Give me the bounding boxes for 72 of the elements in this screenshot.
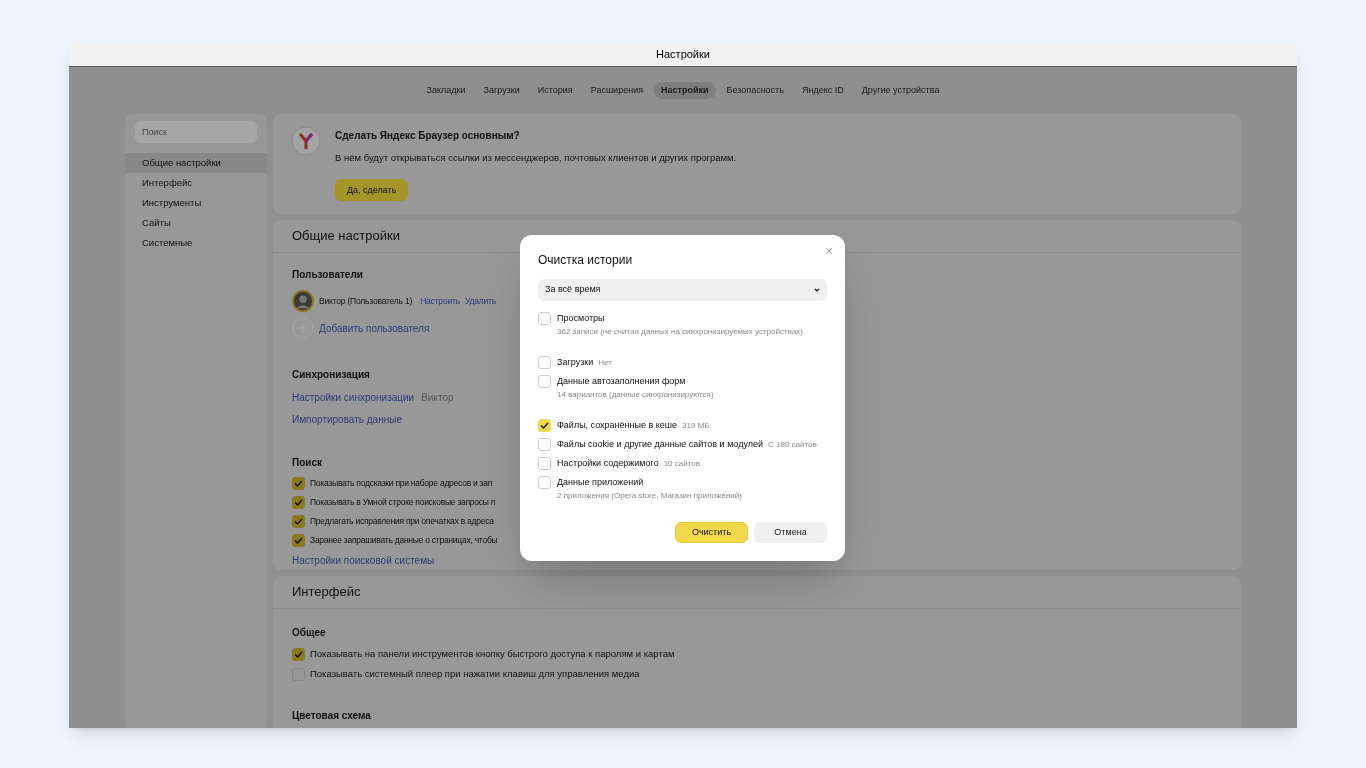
cancel-button[interactable]: Отмена bbox=[754, 522, 827, 543]
sidebar-item[interactable]: Инструменты bbox=[125, 193, 267, 213]
option-detail: 2 приложения (Opera store, Магазин приложений) bbox=[557, 490, 742, 502]
close-icon[interactable] bbox=[825, 247, 833, 255]
sync-settings-link[interactable]: Настройки синхронизации bbox=[292, 390, 415, 405]
promo-title: Сделать Яндекс Браузер основным? bbox=[335, 129, 520, 143]
section-title: Общие настройки bbox=[292, 227, 400, 246]
option-label: Показывать подсказки при наборе адресов и зап bbox=[310, 477, 493, 490]
dialog-title: Очистка истории bbox=[538, 252, 633, 269]
tab[interactable]: Яндекс ID bbox=[794, 82, 851, 99]
checkbox[interactable] bbox=[292, 496, 305, 509]
checkbox[interactable] bbox=[292, 534, 305, 547]
option-label: Настройки содержимого bbox=[557, 457, 659, 470]
make-default-button[interactable]: Да, сделать bbox=[335, 179, 409, 202]
tab[interactable]: Закладки bbox=[419, 82, 473, 99]
group-heading: Пользователи bbox=[292, 268, 363, 282]
sidebar-item[interactable]: Системные bbox=[125, 233, 267, 253]
group-heading: Общее bbox=[292, 626, 326, 640]
tab[interactable]: Безопасность bbox=[719, 82, 791, 99]
account-name: Виктор bbox=[421, 391, 454, 405]
option-label: Данные приложений bbox=[557, 476, 644, 489]
checkbox[interactable] bbox=[538, 356, 551, 369]
checkbox[interactable] bbox=[538, 438, 551, 451]
option-note: 10 сайтов bbox=[663, 458, 700, 470]
tab[interactable]: Загрузки bbox=[476, 82, 527, 99]
add-user-link[interactable]: Добавить пользователя bbox=[319, 320, 430, 336]
section-title: Интерфейс bbox=[292, 583, 361, 602]
sidebar-item[interactable]: Сайты bbox=[125, 213, 267, 233]
option-label: Файлы cookie и другие данные сайтов и модулей bbox=[557, 438, 763, 451]
group-heading: Цветовая схема bbox=[292, 708, 371, 723]
checkbox[interactable] bbox=[292, 477, 305, 490]
user-name: Виктор (Пользователь 1) bbox=[319, 294, 413, 308]
option-label: Заранее запрашивать данные о страницах, чтобы bbox=[310, 534, 498, 547]
avatar-icon bbox=[292, 290, 314, 312]
tab[interactable]: Настройки bbox=[654, 82, 716, 99]
import-data-link[interactable]: Импортировать данные bbox=[292, 412, 402, 427]
option-detail: 14 вариантов (данные синхронизируются) bbox=[557, 389, 714, 401]
search-field[interactable]: Поиск bbox=[135, 121, 257, 143]
group-heading: Синхронизация bbox=[292, 368, 370, 382]
tab[interactable]: Другие устройства bbox=[854, 82, 947, 99]
option-note: С 180 сайтов bbox=[768, 439, 817, 451]
group-heading: Поиск bbox=[292, 456, 322, 470]
option-detail: 362 записи (не считая данных на синхронизируемых устройствах) bbox=[557, 326, 803, 338]
clear-button[interactable]: Очистить bbox=[675, 522, 748, 543]
option-label: Показывать в Умной строке поисковые запросы п bbox=[310, 496, 496, 509]
option-label: Загрузки bbox=[557, 356, 594, 369]
option-label: Просмотры bbox=[557, 312, 605, 325]
search-engine-settings-link[interactable]: Настройки поисковой системы bbox=[292, 553, 435, 568]
promo-text: В нём будут открываться ссылки из мессенджеров, почтовых клиентов и других программ. bbox=[335, 151, 737, 165]
window-title: Настройки bbox=[656, 46, 710, 62]
option-label: Показывать системный плеер при нажатии клавиш для управления медиа bbox=[310, 667, 640, 682]
checkbox[interactable] bbox=[292, 515, 305, 528]
checkbox[interactable] bbox=[538, 457, 551, 470]
option-note: Нет bbox=[598, 357, 612, 369]
option-label: Файлы, сохранённые в кеше bbox=[557, 419, 678, 432]
option-note: 319 МБ bbox=[682, 420, 710, 432]
period-dropdown[interactable]: За всё время bbox=[538, 279, 827, 301]
chevron-down-icon bbox=[814, 288, 820, 292]
sidebar-item[interactable]: Интерфейс bbox=[125, 173, 267, 193]
checkbox[interactable] bbox=[538, 375, 551, 388]
checkbox[interactable] bbox=[538, 476, 551, 489]
user-action-link[interactable]: Настроить bbox=[420, 294, 460, 308]
option-label: Показывать на панели инструментов кнопку быстрого доступа к паролям и картам bbox=[310, 647, 675, 661]
checkbox[interactable] bbox=[538, 312, 551, 325]
browser-logo-icon bbox=[291, 126, 321, 156]
option-label: Данные автозаполнения форм bbox=[557, 375, 686, 388]
checkbox[interactable] bbox=[292, 647, 305, 661]
option-label: Предлагать исправления при опечатках в адреса bbox=[310, 515, 494, 528]
tab[interactable]: Расширения bbox=[583, 82, 651, 99]
sidebar-item[interactable]: Общие настройки bbox=[125, 153, 267, 173]
tab[interactable]: История bbox=[530, 82, 580, 99]
user-action-link[interactable]: Удалить bbox=[464, 294, 496, 308]
